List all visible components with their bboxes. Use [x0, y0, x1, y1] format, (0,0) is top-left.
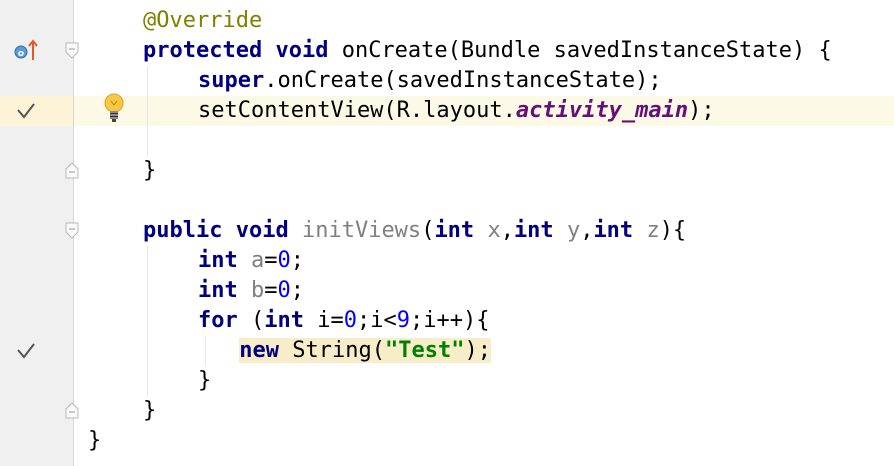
code-token: String(	[279, 338, 385, 363]
code-token: );	[464, 338, 491, 363]
code-line[interactable]	[0, 126, 832, 156]
code-token: a	[251, 248, 265, 273]
code-token: );	[688, 98, 715, 123]
code-token: @Override	[143, 8, 263, 33]
code-token: int	[434, 218, 475, 243]
code-token: .onCreate(savedInstanceState);	[264, 68, 662, 93]
code-token: int	[198, 278, 238, 303]
code-token: =	[264, 278, 278, 303]
code-line[interactable]	[0, 186, 832, 216]
code-line[interactable]: super.onCreate(savedInstanceState);	[0, 66, 832, 96]
code-token: ,	[500, 218, 514, 243]
code-token: y	[566, 218, 581, 243]
code-token: new	[239, 338, 279, 363]
code-token: x	[487, 218, 501, 243]
code-token: ;i<	[357, 308, 397, 333]
code-line[interactable]: public void initViews(int x,int y,int z)…	[0, 216, 832, 246]
code-line[interactable]: new String("Test");	[0, 336, 832, 366]
code-line[interactable]: }	[0, 156, 832, 186]
code-line[interactable]: int b=0;	[0, 276, 832, 306]
code-token: ){	[659, 218, 687, 243]
code-token: onCreate(Bundle savedInstanceState) {	[328, 38, 832, 63]
code-line[interactable]: protected void onCreate(Bundle savedInst…	[0, 36, 832, 66]
code-token: =	[264, 248, 278, 273]
code-line[interactable]: int a=0;	[0, 246, 832, 276]
code-token: z	[646, 218, 660, 243]
code-token: }	[143, 398, 157, 423]
code-token: void	[235, 218, 289, 243]
code-token: b	[251, 278, 265, 303]
code-line[interactable]: setContentView(R.layout.activity_main);	[0, 96, 832, 126]
code-token: activity_main	[515, 98, 689, 123]
code-editor[interactable]: o @Override protected void onCreate(Bundl…	[0, 0, 894, 466]
code-token: int	[264, 308, 304, 333]
code-token: int	[593, 218, 634, 243]
code-token: 0	[277, 278, 291, 303]
code-token: super	[198, 68, 265, 93]
code-token: ;i++){	[410, 308, 490, 333]
code-token: ,	[580, 218, 594, 243]
code-token: public	[143, 218, 223, 243]
code-token: }	[198, 368, 212, 393]
code-token: }	[88, 428, 102, 453]
code-token: setContentView(R.layout.	[198, 98, 516, 123]
code-token: (	[237, 308, 265, 333]
code-line[interactable]: for (int i=0;i<9;i++){	[0, 306, 832, 336]
code-token: protected	[143, 38, 263, 63]
code-token: }	[143, 158, 157, 183]
code-token: "Test"	[384, 338, 465, 363]
code-token: int	[198, 248, 238, 273]
code-line[interactable]: }	[0, 366, 832, 396]
code-line[interactable]: @Override	[0, 6, 832, 36]
code-token: 0	[343, 308, 357, 333]
code-text[interactable]: @Override protected void onCreate(Bundle …	[0, 6, 832, 456]
code-token: ;	[290, 278, 304, 303]
code-token: 9	[396, 308, 410, 333]
code-token: initViews	[301, 218, 422, 243]
highlighted-expression: new String("Test");	[239, 338, 491, 363]
code-token: 0	[277, 248, 291, 273]
code-token: (	[421, 218, 435, 243]
code-token: void	[275, 38, 329, 63]
code-token: ;	[290, 248, 304, 273]
code-line[interactable]: }	[0, 396, 832, 426]
code-token: i=	[304, 308, 344, 333]
code-token: for	[198, 308, 238, 333]
code-token: int	[513, 218, 554, 243]
code-line[interactable]: }	[0, 426, 832, 456]
